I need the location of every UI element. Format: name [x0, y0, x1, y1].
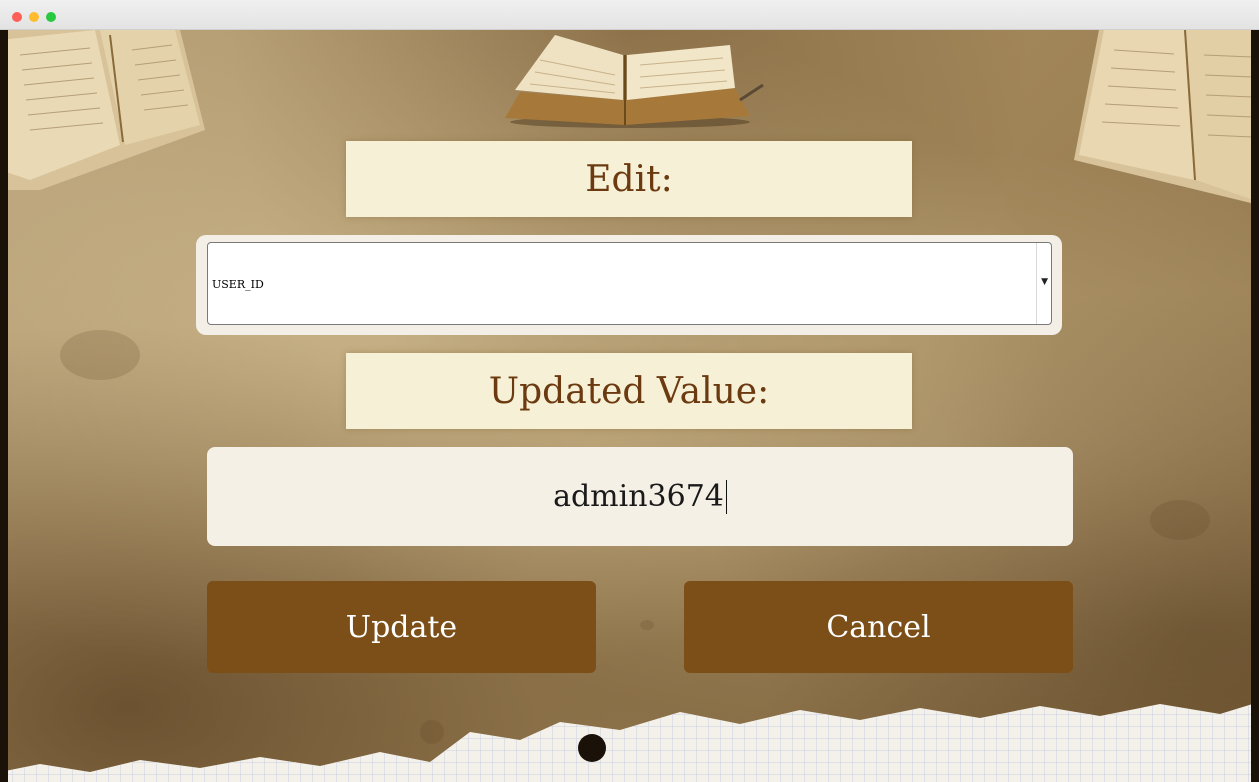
field-select-value: USER_ID	[212, 278, 264, 291]
parchment-stain	[640, 620, 654, 630]
parchment-stain	[60, 330, 140, 380]
open-book-corner-left-icon	[0, 30, 205, 190]
field-select-frame: USER_ID ▼	[196, 235, 1062, 335]
select-divider	[1036, 243, 1037, 324]
torn-graph-paper-icon	[0, 702, 1259, 782]
window-edge-right	[1251, 30, 1259, 782]
close-window-icon[interactable]	[12, 12, 22, 22]
updated-value-input[interactable]: admin3674	[207, 447, 1073, 546]
maximize-window-icon[interactable]	[46, 12, 56, 22]
edit-label: Edit:	[346, 141, 912, 217]
minimize-window-icon[interactable]	[29, 12, 39, 22]
open-book-icon	[505, 35, 764, 128]
field-select[interactable]: USER_ID ▼	[207, 242, 1052, 325]
parchment-background: Edit: USER_ID ▼ Updated Value: admin3674…	[0, 30, 1259, 782]
cancel-button[interactable]: Cancel	[684, 581, 1073, 673]
updated-value-label: Updated Value:	[346, 353, 912, 429]
window-titlebar	[0, 0, 1259, 30]
update-button[interactable]: Update	[207, 581, 596, 673]
updated-value-text: admin3674	[553, 479, 724, 514]
open-book-corner-right-icon	[1074, 30, 1259, 205]
chevron-down-icon[interactable]: ▼	[1041, 277, 1048, 287]
window-edge-left	[0, 30, 8, 782]
app-window: Edit: USER_ID ▼ Updated Value: admin3674…	[0, 0, 1259, 782]
parchment-stain	[1150, 500, 1210, 540]
text-caret	[725, 479, 727, 514]
